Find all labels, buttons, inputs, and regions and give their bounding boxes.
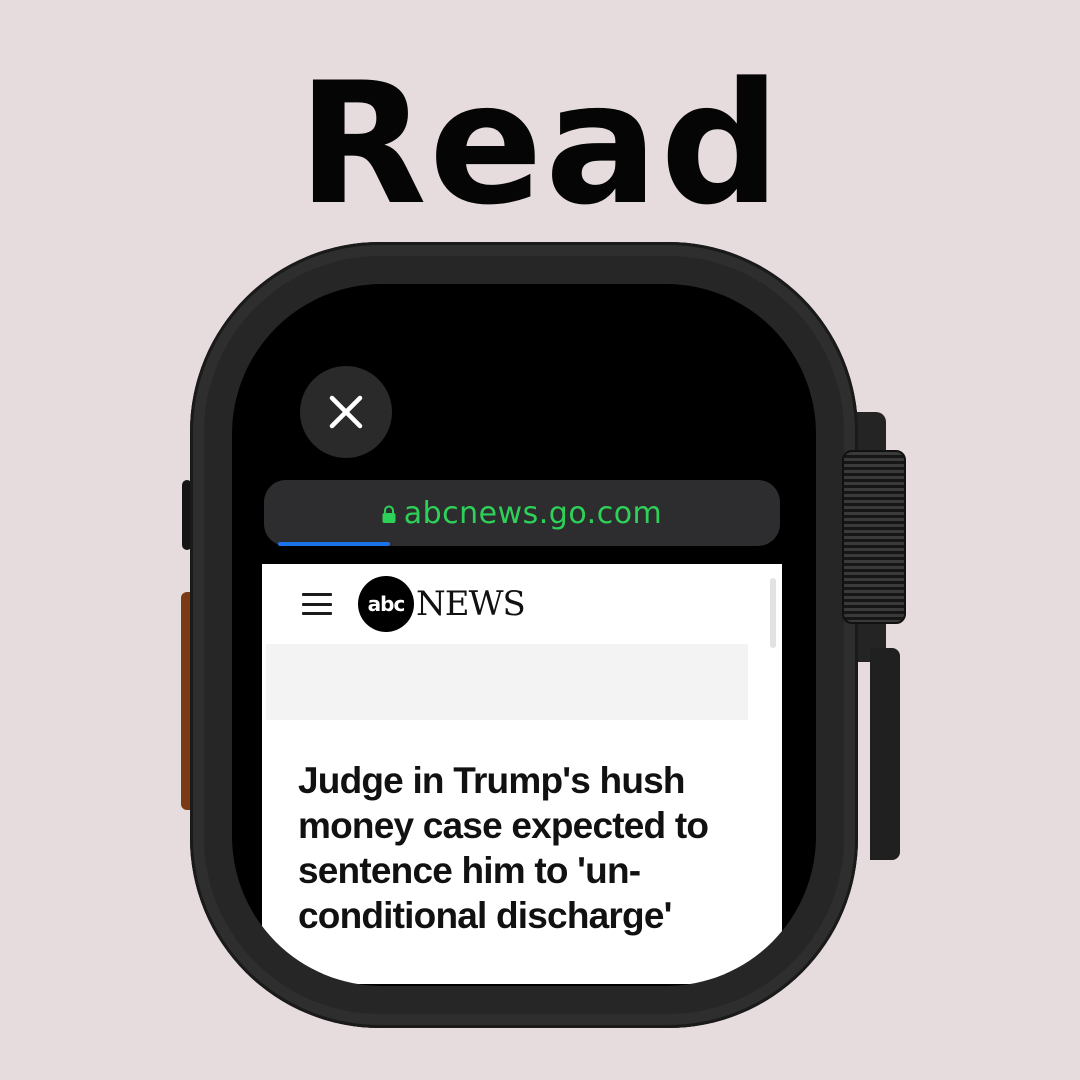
watch-screen: abcnews.go.com abc NEWS Judge in Trump's… [232,284,816,986]
banner-title: Read [297,46,783,242]
digital-crown[interactable] [842,450,906,624]
article-headline[interactable]: Judge in Trump's hush money case expecte… [298,758,738,938]
lock-icon [382,505,396,523]
close-icon [329,395,363,429]
close-button[interactable] [300,366,392,458]
abc-logo[interactable]: abc [358,576,414,632]
page-load-progress-fill [278,542,391,546]
side-button[interactable] [870,648,900,860]
ad-placeholder [266,644,748,720]
site-header: abc NEWS [262,564,782,644]
scrollbar[interactable] [770,578,776,648]
page-load-progress [278,542,766,546]
url-text: abcnews.go.com [403,495,663,531]
address-bar[interactable]: abcnews.go.com [264,480,780,546]
news-wordmark[interactable]: NEWS [416,584,526,624]
hamburger-menu-icon[interactable] [302,593,332,615]
web-page-view[interactable]: abc NEWS Judge in Trump's hush money cas… [262,564,782,984]
